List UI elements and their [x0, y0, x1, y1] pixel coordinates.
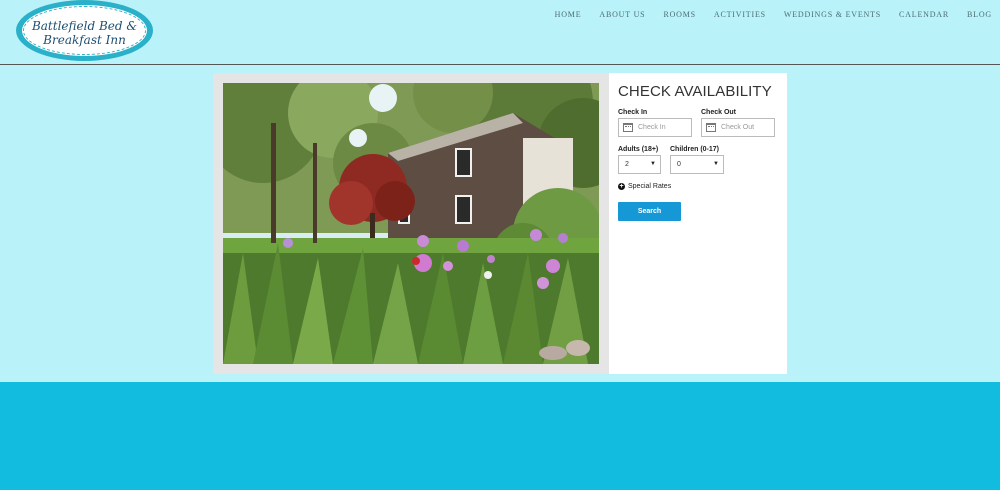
- plus-circle-icon: +: [618, 183, 625, 190]
- booking-title: CHECK AVAILABILITY: [618, 83, 772, 100]
- check-out-placeholder: Check Out: [721, 124, 755, 131]
- adults-label: Adults (18+): [618, 146, 659, 153]
- nav-home[interactable]: HOME: [555, 10, 582, 20]
- check-out-label: Check Out: [701, 109, 737, 116]
- special-rates-label: Special Rates: [628, 183, 672, 190]
- footer-band: [0, 382, 1000, 490]
- check-out-field[interactable]: Check Out: [701, 118, 775, 137]
- logo-line-2: Breakfast Inn: [43, 33, 126, 47]
- calendar-icon: [706, 123, 716, 132]
- garden-photo-drawing: [223, 83, 599, 364]
- special-rates-toggle[interactable]: + Special Rates: [618, 183, 671, 190]
- children-label: Children (0-17): [670, 146, 720, 153]
- chevron-down-icon: ▼: [713, 161, 719, 167]
- nav-weddings-events[interactable]: WEDDINGS & EVENTS: [784, 10, 881, 20]
- inn-garden-photo: [223, 83, 599, 364]
- nav-rooms[interactable]: ROOMS: [663, 10, 695, 20]
- children-select[interactable]: 0 ▼: [670, 155, 724, 174]
- hero-frame: [213, 73, 609, 374]
- nav-calendar[interactable]: CALENDAR: [899, 10, 949, 20]
- nav-about-us[interactable]: ABOUT US: [599, 10, 645, 20]
- calendar-icon: [623, 123, 633, 132]
- check-in-field[interactable]: Check In: [618, 118, 692, 137]
- children-value: 0: [677, 161, 681, 168]
- logo-badge: Battlefield Bed & Breakfast Inn: [20, 3, 149, 58]
- adults-value: 2: [625, 161, 629, 168]
- check-in-label: Check In: [618, 109, 648, 116]
- nav-activities[interactable]: ACTIVITIES: [714, 10, 766, 20]
- logo-line-1: Battlefield Bed &: [31, 19, 138, 33]
- nav-blog[interactable]: BLOG: [967, 10, 992, 20]
- main-nav: HOME ABOUT US ROOMS ACTIVITIES WEDDINGS …: [537, 10, 992, 20]
- logo-text: Battlefield Bed & Breakfast Inn: [22, 19, 147, 47]
- chevron-down-icon: ▼: [650, 161, 656, 167]
- check-in-placeholder: Check In: [638, 124, 666, 131]
- booking-panel: CHECK AVAILABILITY Check In Check In Che…: [609, 73, 787, 374]
- adults-select[interactable]: 2 ▼: [618, 155, 661, 174]
- site-logo[interactable]: Battlefield Bed & Breakfast Inn: [16, 0, 153, 61]
- search-button[interactable]: Search: [618, 202, 681, 221]
- site-header: Battlefield Bed & Breakfast Inn HOME ABO…: [0, 0, 1000, 65]
